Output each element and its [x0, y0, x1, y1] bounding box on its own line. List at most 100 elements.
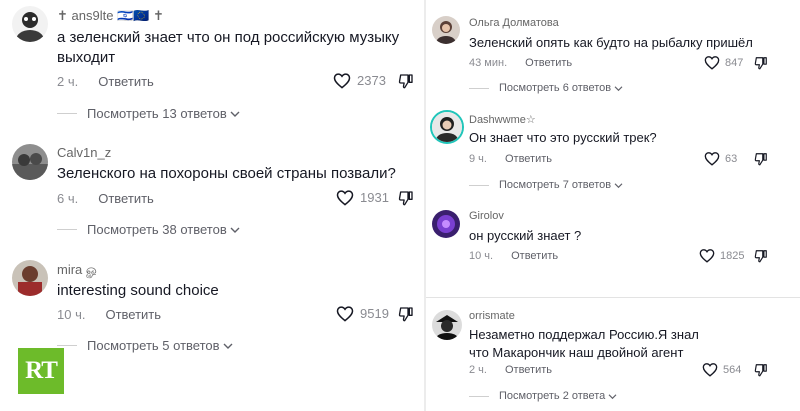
like-count: 2373 [357, 73, 386, 88]
view-replies-button[interactable]: Посмотреть 2 ответа [469, 390, 617, 402]
chevron-down-icon [608, 393, 617, 399]
rt-logo: RT [18, 348, 64, 394]
comment-time: 10 ч. [469, 250, 494, 262]
like-button[interactable]: 1931 [336, 189, 389, 206]
view-replies-button[interactable]: Посмотреть 6 ответов [469, 82, 623, 94]
comment-item: Calv1n_z Зеленского на похороны своей ст… [0, 132, 424, 242]
comment-meta: 10 ч. Ответить [469, 250, 558, 262]
comment-text: interesting sound choice [57, 282, 219, 299]
view-replies-button[interactable]: Посмотреть 38 ответов [57, 222, 240, 237]
comment-item: Dashwwme☆ Он знает что это русский трек?… [426, 100, 800, 200]
comment-meta: 43 мин. Ответить [469, 57, 572, 69]
like-count: 1825 [720, 249, 745, 262]
comment-text: Зеленского на похороны своей страны позв… [57, 165, 396, 182]
avatar[interactable] [432, 16, 460, 44]
view-replies-label: Посмотреть 13 ответов [87, 106, 227, 121]
heart-icon [704, 56, 720, 70]
comment-text: Незаметно поддержал Россию.Я знал что Ма… [469, 327, 699, 360]
avatar[interactable] [432, 210, 460, 238]
reply-button[interactable]: Ответить [511, 250, 558, 262]
avatar[interactable] [12, 260, 48, 296]
dislike-button[interactable] [398, 190, 414, 211]
view-replies-button[interactable]: Посмотреть 5 ответов [57, 338, 233, 353]
comment-username[interactable]: Ольга Долматова [469, 17, 559, 29]
chevron-down-icon [230, 111, 240, 117]
like-count: 564 [723, 363, 742, 376]
comment-time: 10 ч. [57, 307, 86, 322]
view-replies-label: Посмотреть 6 ответов [499, 82, 612, 94]
heart-icon [704, 152, 720, 166]
thumb-down-icon [398, 191, 413, 206]
chevron-down-icon [223, 343, 233, 349]
like-count: 9519 [360, 306, 389, 321]
comment-item: Girolov он русский знает ? 10 ч. Ответить… [426, 200, 800, 297]
comment-item: Ольга Долматова Зеленский опять как будт… [426, 0, 800, 100]
comment-username[interactable]: Calv1n_z [57, 145, 111, 160]
avatar[interactable] [12, 6, 48, 42]
like-count: 847 [725, 56, 744, 69]
heart-icon [702, 363, 718, 377]
right-comments-panel: Ольга Долматова Зеленский опять как будт… [426, 0, 800, 411]
reply-button[interactable]: Ответить [98, 191, 154, 206]
comment-meta: 2 ч. Ответить [469, 364, 552, 376]
reply-button[interactable]: Ответить [525, 57, 572, 69]
view-replies-button[interactable]: Посмотреть 13 ответов [57, 106, 240, 121]
comment-username[interactable]: mira ௐ [57, 262, 99, 279]
comment-username[interactable]: orrismate [469, 310, 515, 322]
dislike-button[interactable] [754, 363, 768, 382]
reply-button[interactable]: Ответить [505, 153, 552, 165]
view-replies-label: Посмотреть 38 ответов [87, 222, 227, 237]
like-button[interactable]: 1825 [699, 248, 744, 263]
dislike-button[interactable] [754, 56, 768, 75]
view-replies-button[interactable]: Посмотреть 7 ответов [469, 179, 623, 191]
comment-item: mira ௐ interesting sound choice 10 ч. Отв… [0, 252, 424, 362]
reply-button[interactable]: Ответить [98, 74, 154, 89]
comment-text: Зеленский опять как будто на рыбалку при… [469, 35, 753, 50]
rt-logo-text: RT [25, 357, 58, 384]
like-button[interactable]: 847 [704, 55, 743, 70]
comment-item: orrismate Незаметно поддержал Россию.Я з… [426, 298, 800, 411]
comment-text: Он знает что это русский трек? [469, 130, 657, 145]
heart-icon [336, 306, 354, 322]
left-comments-panel: ✝ ans9lte 🇮🇱🇪🇺 ✝ а зеленский знает что о… [0, 0, 424, 411]
dislike-button[interactable] [754, 249, 768, 268]
comment-time: 43 мин. [469, 57, 508, 69]
thumb-down-icon [398, 307, 413, 322]
comment-time: 9 ч. [469, 153, 487, 165]
comment-time: 2 ч. [57, 74, 79, 89]
view-replies-label: Посмотреть 5 ответов [87, 338, 220, 353]
avatar[interactable] [432, 310, 462, 340]
comment-meta: 9 ч. Ответить [469, 153, 552, 165]
thumb-down-icon [754, 153, 767, 166]
comment-username[interactable]: ✝ ans9lte 🇮🇱🇪🇺 ✝ [57, 8, 164, 24]
avatar[interactable] [430, 110, 464, 144]
thumb-down-icon [754, 250, 767, 263]
like-button[interactable]: 2373 [333, 72, 386, 89]
avatar[interactable] [12, 144, 48, 180]
heart-icon [699, 249, 715, 263]
reply-button[interactable]: Ответить [505, 364, 552, 376]
reply-button[interactable]: Ответить [105, 307, 161, 322]
comment-time: 6 ч. [57, 191, 79, 206]
comment-meta: 2 ч. Ответить [57, 74, 154, 89]
thumb-down-icon [754, 57, 767, 70]
like-count: 63 [725, 152, 738, 165]
comment-username[interactable]: Dashwwme☆ [469, 113, 536, 126]
comment-meta: 10 ч. Ответить [57, 307, 161, 322]
chevron-down-icon [614, 182, 623, 188]
thumb-down-icon [398, 74, 413, 89]
like-count: 1931 [360, 190, 389, 205]
comment-meta: 6 ч. Ответить [57, 191, 154, 206]
like-button[interactable]: 63 [704, 151, 737, 166]
dislike-button[interactable] [398, 306, 414, 327]
like-button[interactable]: 564 [702, 362, 741, 377]
like-button[interactable]: 9519 [336, 305, 389, 322]
heart-icon [333, 73, 351, 89]
comment-username[interactable]: Girolov [469, 210, 504, 222]
thumb-down-icon [754, 364, 767, 377]
dislike-button[interactable] [754, 152, 768, 171]
heart-icon [336, 190, 354, 206]
comment-text: он русский знает ? [469, 228, 582, 243]
dislike-button[interactable] [398, 73, 414, 94]
comment-item: ✝ ans9lte 🇮🇱🇪🇺 ✝ а зеленский знает что о… [0, 0, 424, 125]
